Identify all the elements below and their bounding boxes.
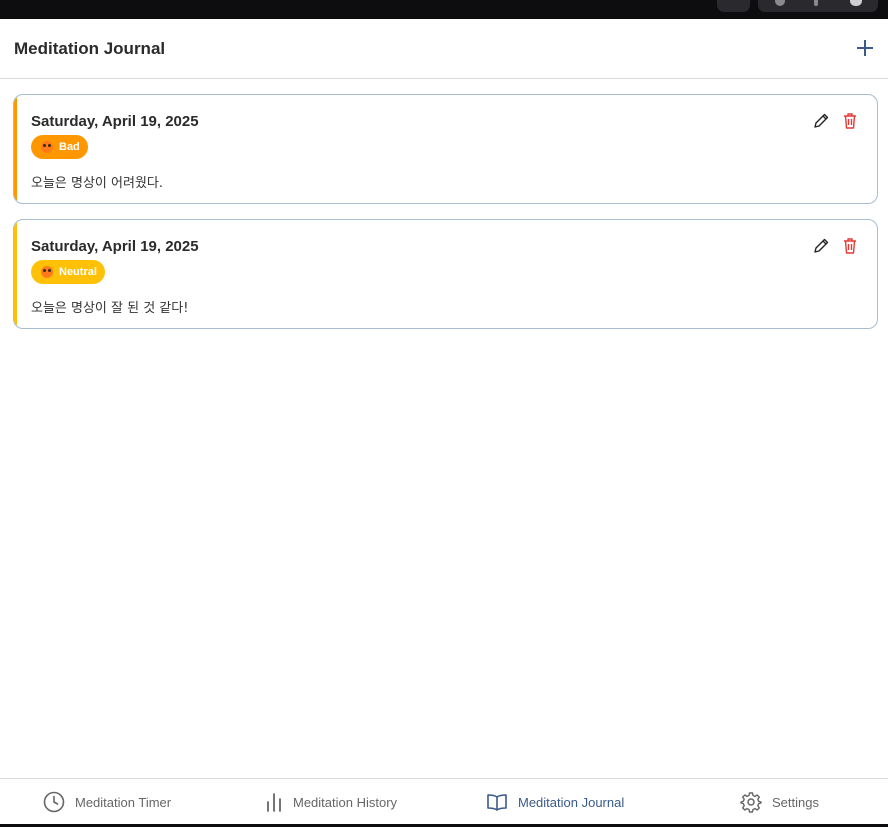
window-control[interactable] <box>717 0 750 12</box>
add-entry-button[interactable] <box>854 37 876 59</box>
bottom-navigation: Meditation Timer Meditation History Medi… <box>0 778 888 824</box>
edit-button[interactable] <box>811 236 831 256</box>
trash-icon <box>844 238 856 254</box>
page-title: Meditation Journal <box>14 39 166 58</box>
mood-badge: Neutral <box>31 260 105 284</box>
clock-icon <box>43 791 65 813</box>
book-icon <box>487 794 507 811</box>
nav-label: Meditation Journal <box>518 794 625 810</box>
window-dot <box>850 0 862 6</box>
nav-meditation-timer[interactable]: Meditation Timer <box>43 779 171 825</box>
mood-face-icon <box>41 266 53 278</box>
edit-button[interactable] <box>811 111 831 131</box>
nav-label: Meditation Timer <box>75 794 172 810</box>
entry-text: 오늘은 명상이 어려웠다. <box>31 176 163 191</box>
journal-entry-card[interactable]: Saturday, April 19, 2025 Neutral 오늘은 명상이… <box>13 219 878 329</box>
mood-label: Neutral <box>59 266 97 278</box>
mood-badge: Bad <box>31 135 88 159</box>
delete-button[interactable] <box>840 111 860 131</box>
journal-entry-list: Saturday, April 19, 2025 Bad 오늘은 명상이 어려웠… <box>13 94 878 344</box>
nav-label: Meditation History <box>293 794 398 810</box>
gear-icon <box>740 792 762 813</box>
mood-label: Bad <box>59 141 80 153</box>
nav-settings[interactable]: Settings <box>740 779 819 825</box>
mood-stripe <box>14 220 17 328</box>
trash-icon <box>844 113 856 129</box>
nav-meditation-history[interactable]: Meditation History <box>265 779 397 825</box>
entry-date: Saturday, April 19, 2025 <box>31 113 199 130</box>
journal-entry-card[interactable]: Saturday, April 19, 2025 Bad 오늘은 명상이 어려웠… <box>13 94 878 204</box>
entry-text: 오늘은 명상이 잘 된 것 같다! <box>31 301 189 316</box>
pencil-icon <box>814 238 829 253</box>
window-top-bar <box>0 0 888 19</box>
nav-label: Settings <box>772 794 819 810</box>
nav-meditation-journal[interactable]: Meditation Journal <box>486 779 624 825</box>
mood-face-icon <box>41 141 53 153</box>
app-header: Meditation Journal <box>0 19 888 79</box>
window-dot <box>775 0 785 6</box>
entry-date: Saturday, April 19, 2025 <box>31 238 199 255</box>
mood-stripe <box>14 95 17 203</box>
bar-chart-icon <box>267 793 281 812</box>
pencil-icon <box>814 113 829 128</box>
delete-button[interactable] <box>840 236 860 256</box>
window-dot <box>814 0 818 6</box>
window-controls-group[interactable] <box>758 0 878 12</box>
